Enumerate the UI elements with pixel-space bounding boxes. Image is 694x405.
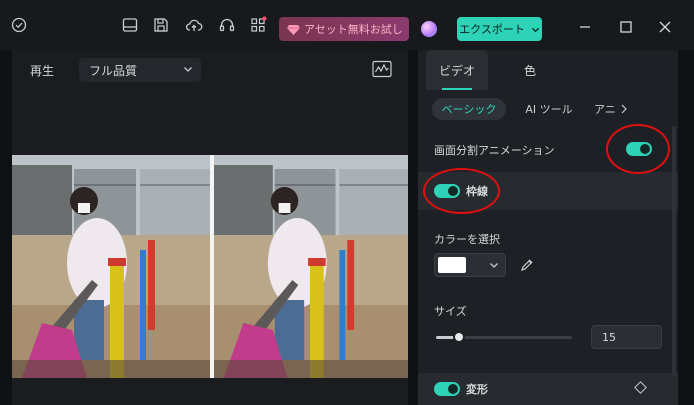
headset-icon[interactable] [218,16,236,34]
gem-icon [287,24,300,35]
toggle-knob [448,384,458,394]
size-label: サイズ [434,305,467,318]
tab-color[interactable]: 色 [504,50,556,90]
subtab-basic[interactable]: ベーシック [432,98,506,120]
size-value-field[interactable]: 15 [591,325,662,349]
subtab-animation[interactable]: アニ [594,98,634,120]
preview-toolbar: 再生 フル品質 [12,50,408,86]
subtab-ai-tools[interactable]: AI ツール [518,98,580,120]
video-frame-left[interactable] [12,155,210,378]
close-icon[interactable] [658,20,672,34]
asset-trial-label: アセット無料お試し [304,23,403,36]
layout-icon[interactable] [121,16,139,34]
play-label: 再生 [30,64,55,78]
asset-trial-button[interactable]: アセット無料お試し [279,17,409,41]
inspector-panel: ビデオ 色 ベーシック AI ツール アニ 画面分割アニメーション 枠線 カラー… [418,50,678,405]
size-slider-handle[interactable] [453,331,466,343]
save-icon[interactable] [152,16,170,34]
selected-color-swatch [438,257,466,273]
chevron-down-icon [184,67,192,72]
tab-color-label: 色 [523,63,536,78]
chevron-right-icon [621,104,627,114]
minimize-icon[interactable] [578,20,592,34]
inspector-scrollbar[interactable] [672,126,676,376]
transform-label: 変形 [466,383,488,396]
annotation-circle-border-toggle [423,168,500,214]
subtab-ai-tools-label: AI ツール [525,103,573,116]
annotation-circle-split-toggle [606,124,670,174]
chevron-down-icon [490,263,498,268]
avatar[interactable] [421,21,437,37]
grid-icon[interactable] [249,16,267,34]
eyedropper-icon[interactable] [520,258,534,272]
split-animation-label: 画面分割アニメーション [434,144,555,157]
quality-value: フル品質 [89,63,138,78]
maximize-icon[interactable] [619,20,633,34]
color-select-label: カラーを選択 [434,233,500,246]
color-picker-dropdown[interactable] [434,253,506,277]
subtab-animation-label: アニ [594,103,616,116]
video-frame-right[interactable] [214,155,408,378]
chevron-down-icon [531,27,539,32]
cloud-upload-icon[interactable] [185,16,203,34]
subtab-basic-label: ベーシック [441,103,497,116]
waveform-monitor-icon[interactable] [372,60,392,78]
quality-select[interactable]: フル品質 [79,58,201,82]
check-circle-icon[interactable] [10,16,28,34]
export-button[interactable]: エクスポート [457,17,542,41]
title-bar: アセット無料お試し エクスポート [0,0,694,50]
export-label: エクスポート [459,23,525,36]
tab-video[interactable]: ビデオ [426,50,488,90]
left-edge-strip [0,50,8,405]
subtab-bar: ベーシック AI ツール アニ [418,90,678,128]
tab-video-label: ビデオ [438,63,475,78]
transform-toggle[interactable] [434,382,460,396]
